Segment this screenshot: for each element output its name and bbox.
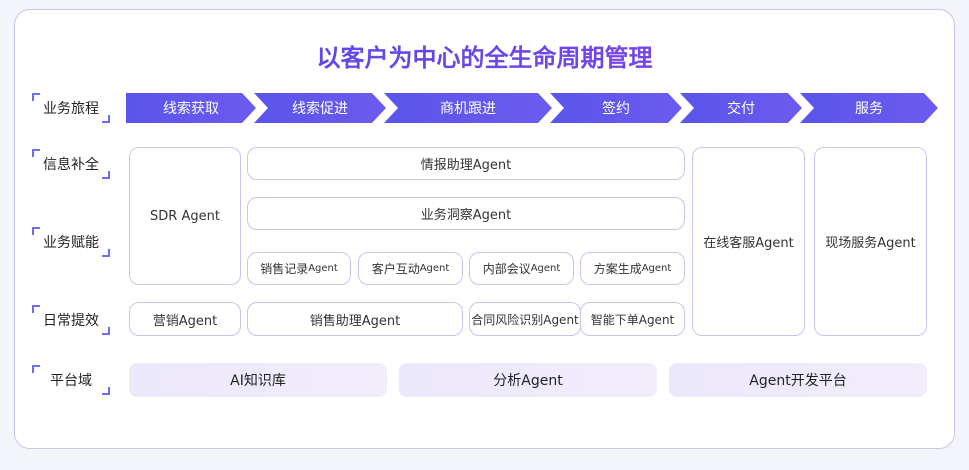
intel-agent-box: 情报助理Agent bbox=[247, 147, 685, 180]
agent-suffix: Agent bbox=[419, 263, 450, 274]
row-label-enable: 业务赋能 bbox=[28, 225, 114, 259]
solution-gen-label: 方案生成 bbox=[593, 262, 642, 276]
marketing-agent-box: 营销Agent bbox=[129, 302, 241, 336]
row-label-journey: 业务旅程 bbox=[28, 91, 114, 125]
sales-assist-agent-box: 销售助理Agent bbox=[247, 302, 463, 336]
row-label-daily: 日常提效 bbox=[28, 303, 114, 337]
insight-agent-box: 业务洞察Agent bbox=[247, 197, 685, 230]
field-service-agent-box: 现场服务Agent bbox=[814, 147, 927, 336]
journey-stage-6: 服务 bbox=[800, 93, 938, 123]
online-cs-agent-box: 在线客服Agent bbox=[692, 147, 805, 336]
journey-stage-1: 线索获取 bbox=[126, 93, 256, 123]
solution-gen-agent-box: 方案生成 Agent bbox=[580, 252, 685, 285]
platform-agent-dev: Agent开发平台 bbox=[669, 363, 927, 397]
customer-interact-agent-box: 客户互动 Agent bbox=[358, 252, 463, 285]
agent-suffix: Agent bbox=[530, 263, 561, 274]
row-label-info: 信息补全 bbox=[28, 147, 114, 181]
journey-arrows: 线索获取 线索促进 商机跟进 签约 交付 服务 bbox=[126, 93, 938, 123]
platform-ai-knowledge: AI知识库 bbox=[129, 363, 387, 397]
platform-analysis-agent: 分析Agent bbox=[399, 363, 657, 397]
journey-stage-4: 签约 bbox=[550, 93, 682, 123]
journey-stage-5: 交付 bbox=[680, 93, 802, 123]
sales-record-agent-box: 销售记录 Agent bbox=[247, 252, 351, 285]
smart-order-agent-box: 智能下单Agent bbox=[580, 302, 685, 336]
row-label-platform: 平台域 bbox=[28, 363, 114, 397]
internal-meeting-agent-box: 内部会议 Agent bbox=[469, 252, 574, 285]
contract-risk-agent-box: 合同风险识别Agent bbox=[469, 302, 581, 336]
journey-stage-3: 商机跟进 bbox=[384, 93, 552, 123]
page-title: 以客户为中心的全生命周期管理 bbox=[0, 38, 969, 73]
journey-stage-2: 线索促进 bbox=[254, 93, 386, 123]
sdr-agent-box: SDR Agent bbox=[129, 147, 241, 285]
agent-suffix: Agent bbox=[641, 263, 672, 274]
sales-record-label: 销售记录 bbox=[260, 262, 309, 276]
internal-meeting-label: 内部会议 bbox=[482, 262, 531, 276]
agent-suffix: Agent bbox=[308, 263, 338, 274]
customer-interact-label: 客户互动 bbox=[371, 262, 420, 276]
